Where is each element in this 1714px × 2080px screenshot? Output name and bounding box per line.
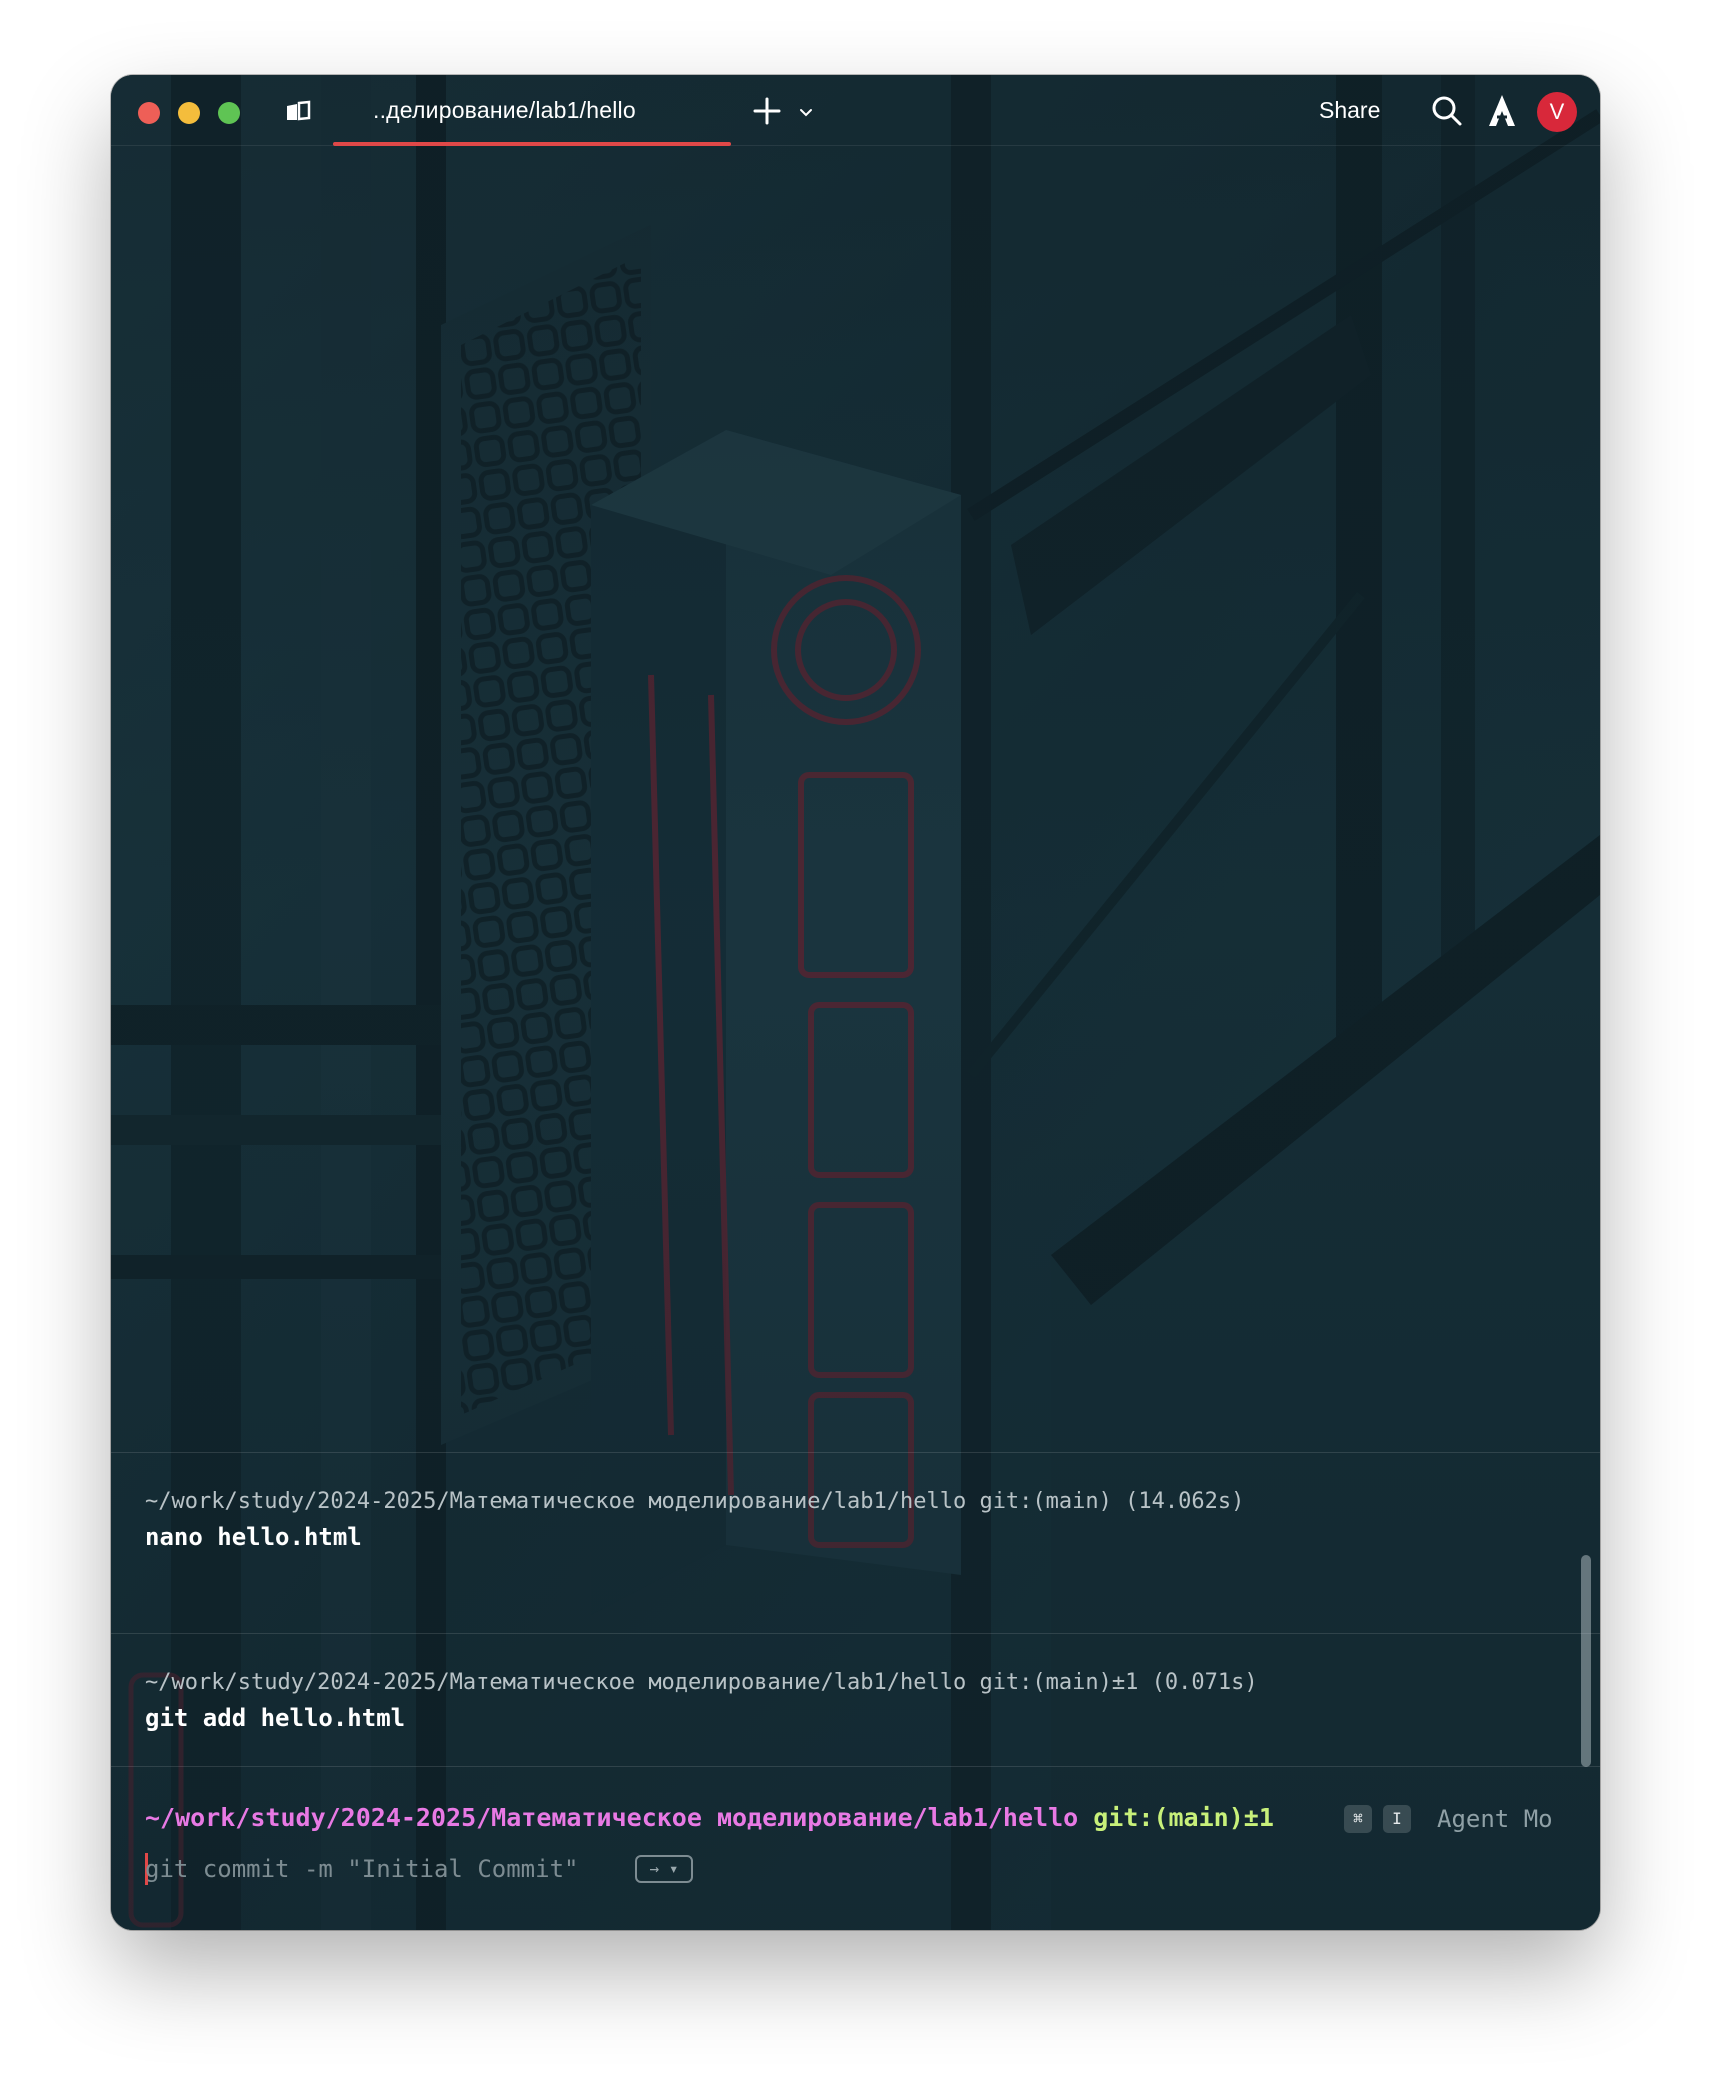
block-command: git add hello.html	[145, 1704, 406, 1732]
scrollbar[interactable]	[1581, 1555, 1591, 1767]
command-key-hint: ⌘	[1344, 1805, 1372, 1833]
tab-active-indicator	[333, 142, 731, 146]
block-prompt-meta: ~/work/study/2024-2025/Математическое мо…	[145, 1489, 1245, 1514]
block-prompt-meta: ~/work/study/2024-2025/Математическое мо…	[145, 1670, 1258, 1695]
command-input[interactable]: git commit -m "Initial Commit"	[145, 1855, 578, 1883]
accept-suggestion-button[interactable]: → ▾	[635, 1855, 693, 1883]
prompt-git-status: git:(main)±1	[1093, 1803, 1274, 1832]
command-input-area[interactable]: ~/work/study/2024-2025/Математическое мо…	[111, 1766, 1600, 1930]
minimize-window-button[interactable]	[178, 102, 200, 124]
close-window-button[interactable]	[138, 102, 160, 124]
maximize-window-button[interactable]	[218, 102, 240, 124]
i-key-hint: I	[1383, 1805, 1411, 1833]
terminal-window: ..делирование/lab1/hello Share V ~/work/…	[111, 75, 1600, 1930]
agent-logo-icon[interactable]	[1487, 93, 1517, 129]
search-icon[interactable]	[1429, 93, 1465, 129]
tab-title: ..делирование/lab1/hello	[373, 97, 636, 123]
title-bar: ..делирование/lab1/hello Share V	[111, 75, 1600, 146]
share-button[interactable]: Share	[1319, 97, 1380, 124]
agent-mode-hint[interactable]: Agent Mo	[1437, 1805, 1553, 1833]
avatar[interactable]: V	[1537, 92, 1577, 132]
terminal-block[interactable]: ~/work/study/2024-2025/Математическое мо…	[111, 1633, 1600, 1766]
prompt-path: ~/work/study/2024-2025/Математическое мо…	[145, 1803, 1079, 1832]
current-prompt: ~/work/study/2024-2025/Математическое мо…	[145, 1803, 1274, 1832]
terminal-block[interactable]: ~/work/study/2024-2025/Математическое мо…	[111, 1452, 1600, 1633]
tab-active[interactable]: ..делирование/lab1/hello	[333, 75, 731, 146]
plus-icon[interactable]	[751, 95, 783, 127]
chevron-down-icon[interactable]	[797, 103, 815, 121]
block-command: nano hello.html	[145, 1523, 362, 1551]
sidebar-toggle-icon[interactable]	[283, 100, 313, 124]
